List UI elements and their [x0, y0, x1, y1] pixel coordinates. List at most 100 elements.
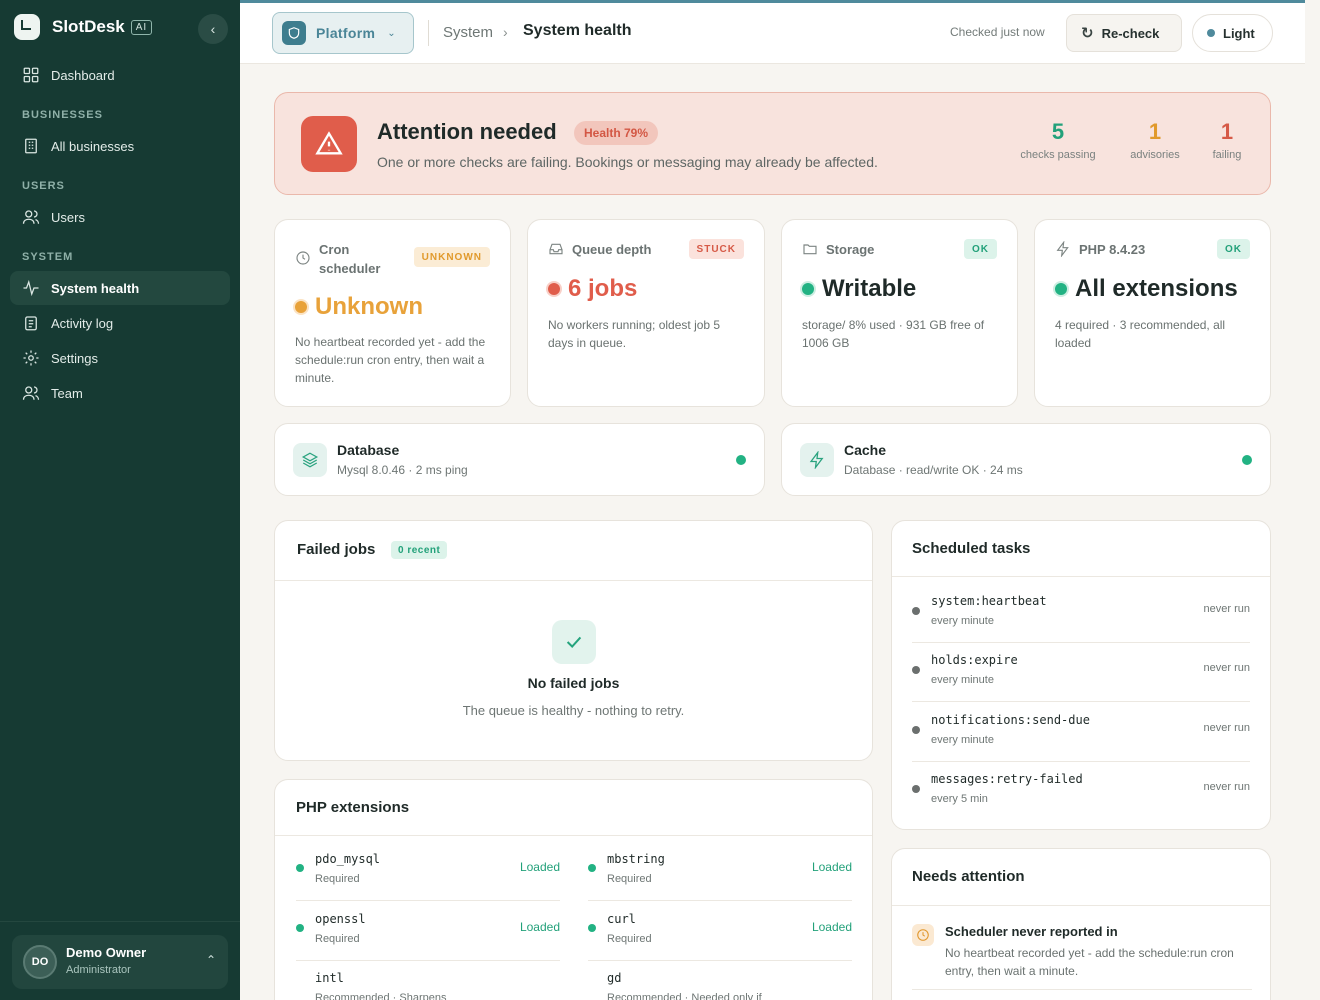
- extension-name: gd: [607, 971, 622, 985]
- breadcrumb-system[interactable]: System: [443, 24, 493, 41]
- stat-label: failing: [1212, 149, 1242, 161]
- building-icon: [22, 137, 40, 155]
- task-name: notifications:send-due: [931, 713, 1090, 727]
- sidebar-item-system-health[interactable]: System health: [10, 271, 230, 305]
- database-layers-icon: [293, 443, 327, 477]
- stat-label: advisories: [1130, 149, 1180, 161]
- clock-icon: [296, 251, 310, 265]
- status-badge: UNKNOWN: [413, 247, 490, 267]
- page-title: System health: [523, 22, 632, 39]
- card-value-text: Writable: [822, 275, 917, 302]
- clipboard-list-icon: [22, 314, 40, 332]
- chevron-down-icon: ⌄: [387, 27, 396, 39]
- nav-section-users: USERS: [22, 180, 65, 192]
- task-row: holds:expire every minute never run: [912, 642, 1250, 702]
- sidebar: SlotDesk AI ‹ Dashboard BUSINESSES All b…: [0, 0, 240, 1000]
- platform-label: Platform: [316, 25, 376, 41]
- extension-requirement: Recommended · Sharpens: [315, 992, 447, 1000]
- brand[interactable]: SlotDesk AI: [14, 14, 153, 40]
- needs-attention-panel: Needs attention Scheduler never reported…: [891, 848, 1271, 1000]
- divider: [588, 900, 852, 901]
- lightning-icon: [1056, 241, 1069, 257]
- alert-title: Attention needed: [377, 119, 557, 144]
- card-description: No heartbeat recorded yet - add the sche…: [295, 335, 486, 385]
- recheck-label: Re-check: [1101, 25, 1160, 41]
- platform-switcher[interactable]: Platform ⌄: [272, 12, 414, 54]
- card-label: Cron scheduler: [319, 242, 381, 276]
- sidebar-item-label: System health: [51, 280, 140, 296]
- stat-value: 5: [1051, 119, 1065, 144]
- card-description: 4 required · 3 recommended, all loaded: [1055, 318, 1226, 350]
- status-dot-icon: [588, 924, 596, 932]
- recent-count-badge: 0 recent: [391, 541, 448, 559]
- sidebar-item-label: All businesses: [51, 138, 135, 154]
- users-icon: [22, 208, 40, 226]
- sidebar-item-label: Activity log: [51, 315, 114, 331]
- task-last-run: never run: [1203, 781, 1250, 793]
- extension-name: pdo_mysql: [315, 852, 381, 866]
- card-php-version: PHP 8.4.23 OK All extensions 4 required …: [1034, 219, 1271, 407]
- collapse-sidebar-button[interactable]: ‹: [198, 14, 228, 44]
- chevron-right-icon: ›: [503, 24, 508, 40]
- topbar: Platform ⌄ System › System health Checke…: [240, 0, 1305, 64]
- status-dot-icon: [295, 301, 307, 313]
- stat-failing: 1 failing: [1205, 119, 1249, 161]
- extension-item: gd Recommended · Needed only if: [588, 961, 852, 1000]
- card-value: 6 jobs: [548, 275, 637, 303]
- sidebar-item-team[interactable]: Team: [10, 376, 230, 410]
- clock-icon: [912, 924, 934, 946]
- health-score-badge: Health 79%: [574, 121, 659, 145]
- theme-toggle[interactable]: Light: [1192, 14, 1273, 52]
- card-value-text: All extensions: [1075, 275, 1238, 302]
- card-header: Queue depth: [548, 240, 651, 259]
- service-meta: Database · read/write OK · 24 ms: [844, 463, 1023, 477]
- card-description: storage/ 8% used · 931 GB free of 1006 G…: [802, 318, 985, 350]
- user-role: Administrator: [66, 964, 131, 976]
- alert-description: One or more checks are failing. Bookings…: [377, 154, 878, 170]
- extension-item: intl Recommended · Sharpens: [296, 961, 560, 1000]
- recheck-button[interactable]: ↻ Re-check: [1066, 14, 1182, 52]
- lightning-icon: [800, 443, 834, 477]
- task-frequency: every minute: [931, 734, 994, 746]
- card-header: Cron scheduler: [295, 240, 399, 278]
- task-name: holds:expire: [931, 653, 1018, 667]
- sidebar-item-dashboard[interactable]: Dashboard: [10, 58, 230, 92]
- empty-state-subtitle: The queue is healthy - nothing to retry.: [462, 703, 685, 718]
- sidebar-item-activity-log[interactable]: Activity log: [10, 306, 230, 340]
- status-badge: OK: [964, 239, 997, 259]
- stat-checks-passing: 5 checks passing: [1013, 119, 1103, 161]
- divider: [892, 576, 1270, 577]
- warning-triangle-icon: [301, 116, 357, 172]
- status-dot-icon: [1055, 283, 1067, 295]
- extension-status: Loaded: [811, 860, 852, 874]
- task-frequency: every 5 min: [931, 793, 988, 805]
- card-cron-scheduler: Cron scheduler UNKNOWN Unknown No heartb…: [274, 219, 511, 407]
- card-label: Queue depth: [572, 242, 652, 257]
- status-dot-icon: [912, 785, 920, 793]
- extension-requirement: Required: [315, 933, 360, 945]
- task-last-run: never run: [1203, 662, 1250, 674]
- task-name: messages:retry-failed: [931, 772, 1083, 786]
- sidebar-item-label: Team: [51, 385, 83, 401]
- divider: [912, 989, 1252, 990]
- extension-name: mbstring: [607, 852, 665, 866]
- status-dot-icon: [736, 455, 746, 465]
- scheduled-tasks-panel: Scheduled tasks system:heartbeat every m…: [891, 520, 1271, 830]
- extension-requirement: Required: [315, 873, 360, 885]
- chevron-up-icon: ⌃: [205, 953, 216, 967]
- extension-status: Loaded: [519, 860, 560, 874]
- sidebar-item-all-businesses[interactable]: All businesses: [10, 129, 230, 163]
- task-row: messages:retry-failed every 5 min never …: [912, 761, 1250, 821]
- user-menu[interactable]: DO Demo Owner Administrator ⌃: [12, 935, 228, 989]
- user-name: Demo Owner: [66, 945, 147, 960]
- status-dot-icon: [802, 283, 814, 295]
- service-name: Database: [337, 442, 400, 458]
- status-dot-icon: [588, 864, 596, 872]
- theme-dot-icon: [1207, 29, 1215, 37]
- extension-item: openssl Required Loaded: [296, 902, 560, 961]
- sidebar-item-settings[interactable]: Settings: [10, 341, 230, 375]
- sidebar-item-users[interactable]: Users: [10, 200, 230, 234]
- attention-item-title: Scheduler never reported in: [945, 924, 1118, 939]
- status-dot-icon: [1242, 455, 1252, 465]
- empty-state-title: No failed jobs: [527, 675, 620, 691]
